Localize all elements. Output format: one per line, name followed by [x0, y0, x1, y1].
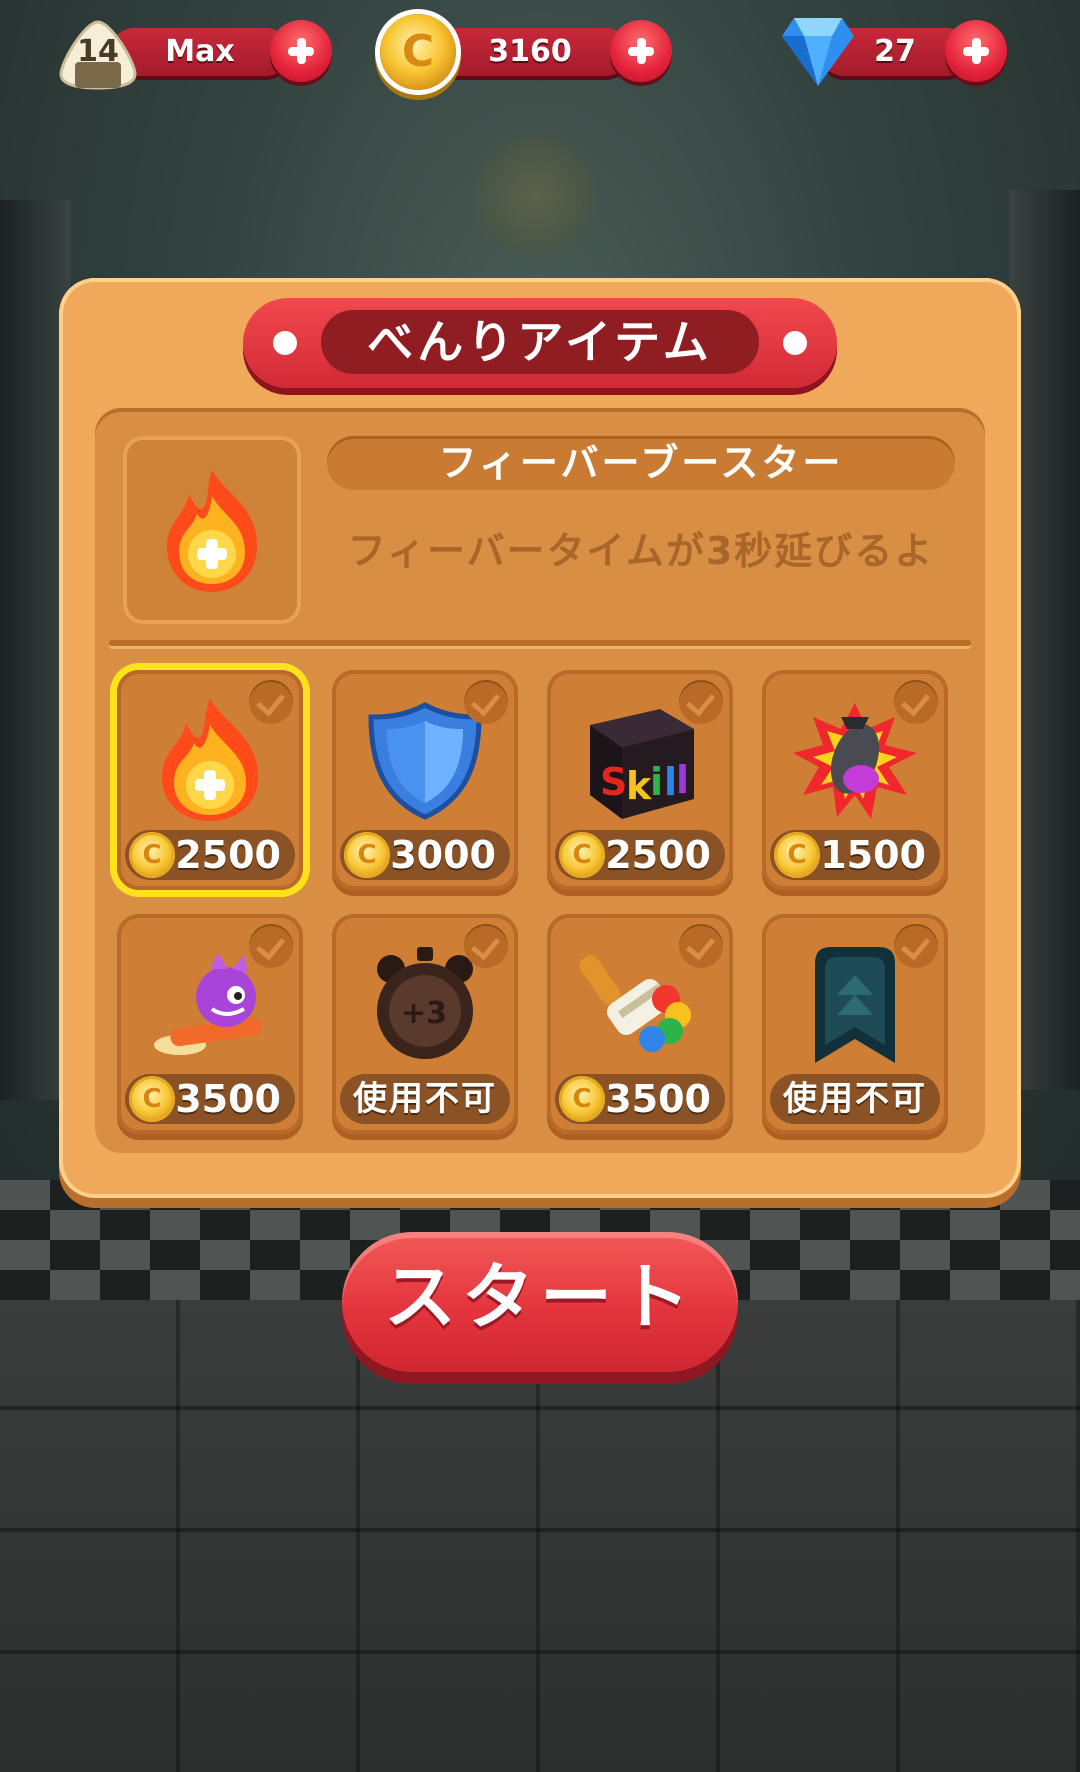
selected-item-description: フィーバータイムが3秒延びるよ	[347, 529, 935, 573]
item-slot-bomb[interactable]: 1500	[762, 670, 948, 890]
item-price: 2500	[555, 830, 725, 880]
coin-icon	[774, 832, 820, 878]
item-price-value: 3500	[175, 1077, 281, 1121]
svg-text:i: i	[650, 760, 663, 804]
diamond-icon	[782, 18, 854, 86]
check-icon	[679, 680, 723, 724]
item-slot-fever-booster[interactable]: 2500	[117, 670, 303, 890]
check-icon	[464, 680, 508, 724]
items-inner-panel: フィーバーブースター フィーバータイムが3秒延びるよ 2500	[95, 408, 985, 1153]
item-price-value: 3000	[390, 833, 496, 877]
panel-divider	[109, 640, 971, 646]
item-slot-skill[interactable]: S k i l l 2500	[547, 670, 733, 890]
coin-icon	[129, 832, 175, 878]
title-dot-right	[783, 331, 807, 355]
item-slot-dragon-surf[interactable]: 3500	[117, 914, 303, 1134]
svg-text:S: S	[600, 760, 627, 804]
start-button[interactable]: スタート	[342, 1232, 738, 1372]
gem-hud: 27	[780, 18, 1010, 88]
coin-icon	[344, 832, 390, 878]
panel-title-banner: べんりアイテム	[243, 298, 837, 388]
item-price-value: 2500	[175, 833, 281, 877]
check-icon	[679, 924, 723, 968]
item-price-value: 2500	[605, 833, 711, 877]
item-price: 2500	[125, 830, 295, 880]
item-price: 3000	[340, 830, 510, 880]
item-slot-timer[interactable]: +3 使用不可	[332, 914, 518, 1134]
level-plus-button[interactable]	[270, 20, 332, 82]
item-price: 3500	[125, 1074, 295, 1124]
item-slot-shield[interactable]: 3000	[332, 670, 518, 890]
item-unavailable-label: 使用不可	[340, 1074, 510, 1124]
items-panel: べんりアイテム フィーバーブースター フィーバータイムが3秒延びるよ C 250…	[59, 278, 1021, 1198]
check-icon	[894, 924, 938, 968]
coin-icon	[559, 832, 605, 878]
coin-plus-button[interactable]	[610, 20, 672, 82]
check-icon	[894, 680, 938, 724]
svg-text:l: l	[676, 758, 689, 802]
level-number: 14	[77, 34, 119, 69]
selected-item-icon-box	[123, 436, 301, 624]
coin-icon	[129, 1076, 175, 1122]
item-slot-rank-badge[interactable]: 使用不可	[762, 914, 948, 1134]
item-price-value: 1500	[820, 833, 926, 877]
check-icon	[464, 924, 508, 968]
svg-text:k: k	[626, 764, 652, 808]
check-icon	[249, 924, 293, 968]
item-price: 1500	[770, 830, 940, 880]
check-icon	[249, 680, 293, 724]
item-unavailable-label: 使用不可	[770, 1074, 940, 1124]
coin-icon: C	[380, 14, 456, 90]
item-slot-paint-brush[interactable]: 3500	[547, 914, 733, 1134]
background-face-decoration	[470, 130, 600, 260]
coin-icon	[559, 1076, 605, 1122]
title-dot-left	[273, 331, 297, 355]
panel-title: べんりアイテム	[321, 310, 759, 374]
item-price: 3500	[555, 1074, 725, 1124]
fever-booster-icon	[167, 470, 257, 592]
coin-count: 3160	[430, 28, 630, 76]
coin-hud: 3160 C	[380, 14, 680, 90]
svg-text:+3: +3	[401, 996, 447, 1031]
item-grid: 2500 3000	[117, 670, 977, 1134]
level-hud: Max 14	[55, 18, 332, 90]
selected-item-name: フィーバーブースター	[327, 436, 955, 490]
gem-plus-button[interactable]	[945, 20, 1007, 82]
item-price-value: 3500	[605, 1077, 711, 1121]
